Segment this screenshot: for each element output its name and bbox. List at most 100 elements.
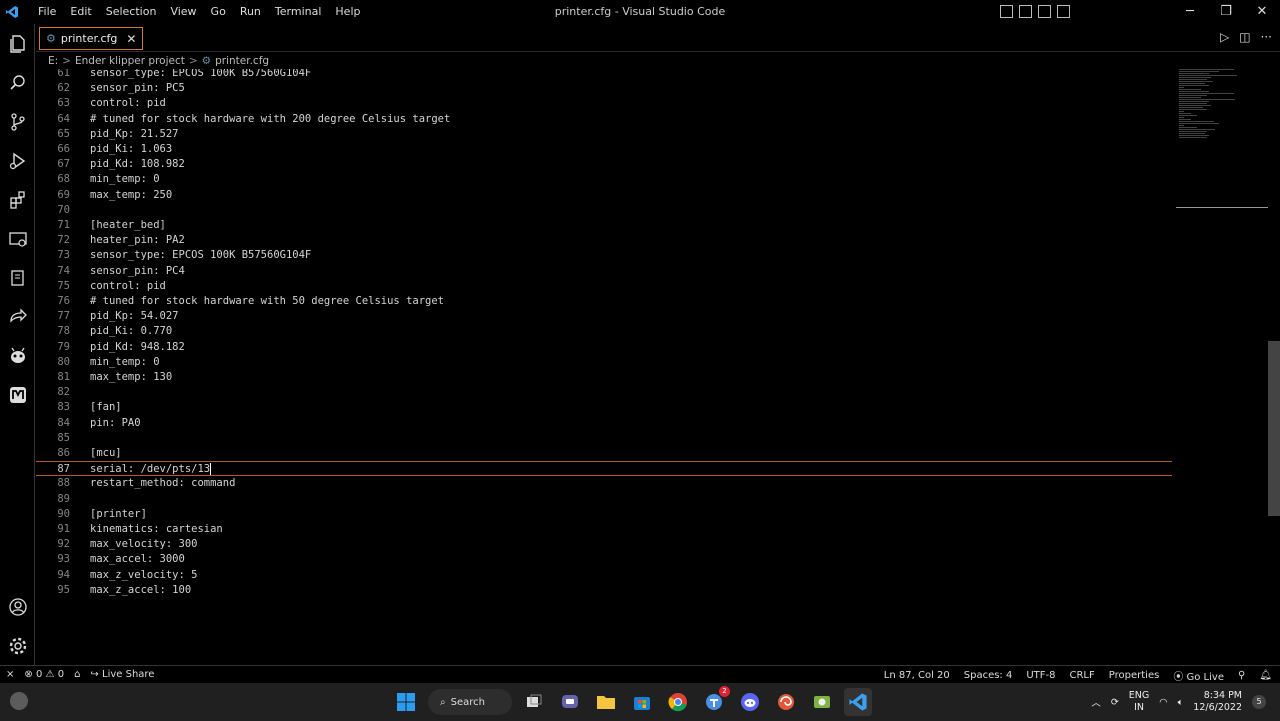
breadcrumb-file[interactable]: printer.cfg xyxy=(215,55,269,67)
code-line[interactable]: 90 [printer] xyxy=(36,507,1172,522)
menu-view[interactable]: View xyxy=(163,0,203,24)
code-editor[interactable]: 61 sensor_type: EPCOS 100K B57560G104F 62 s… xyxy=(36,69,1176,665)
menu-help[interactable]: Help xyxy=(328,0,367,24)
microsoft-store-icon[interactable] xyxy=(628,688,656,716)
toggle-secondary-sidebar-icon[interactable] xyxy=(1038,5,1051,18)
code-line[interactable]: 75 control: pid xyxy=(36,279,1172,294)
volume-icon[interactable]: 🔈︎ xyxy=(1178,697,1184,708)
code-line[interactable]: 93 max_accel: 3000 xyxy=(36,552,1172,567)
code-line[interactable]: 65 pid_Kp: 21.527 xyxy=(36,127,1172,142)
code-line[interactable]: 66 pid_Ki: 1.063 xyxy=(36,142,1172,157)
code-line[interactable]: 89 xyxy=(36,492,1172,507)
m-extension-icon[interactable] xyxy=(0,375,35,414)
source-control-icon[interactable] xyxy=(0,102,35,141)
run-debug-icon[interactable] xyxy=(0,141,35,180)
settings-gear-icon[interactable] xyxy=(0,626,35,665)
extensions-icon[interactable] xyxy=(0,180,35,219)
scrollbar-thumb[interactable] xyxy=(1268,341,1280,516)
clock[interactable]: 8:34 PM 12/6/2022 xyxy=(1193,690,1242,714)
app-swirl-icon[interactable] xyxy=(772,688,800,716)
code-line[interactable]: 94 max_z_velocity: 5 xyxy=(36,568,1172,583)
code-line[interactable]: 68 min_temp: 0 xyxy=(36,172,1172,187)
menu-file[interactable]: File xyxy=(31,0,63,24)
toggle-panel-icon[interactable] xyxy=(1019,5,1032,18)
restore-button[interactable]: ❐ xyxy=(1208,0,1244,24)
code-line[interactable]: 84 pin: PA0 xyxy=(36,416,1172,431)
account-status-icon[interactable]: ⚲ xyxy=(1238,670,1245,681)
code-line[interactable]: 74 sensor_pin: PC4 xyxy=(36,264,1172,279)
file-explorer-icon[interactable] xyxy=(592,688,620,716)
search-icon[interactable] xyxy=(0,63,35,102)
notifications-bell-icon[interactable]: 🔔︎ xyxy=(1259,670,1272,681)
teams-chat-icon[interactable] xyxy=(556,688,584,716)
teams-icon[interactable]: 2 xyxy=(700,686,730,716)
remote-explorer-icon[interactable] xyxy=(0,219,35,258)
cursor-position[interactable]: Ln 87, Col 20 xyxy=(884,670,950,681)
code-line[interactable]: 82 xyxy=(36,385,1172,400)
code-line[interactable]: 67 pid_Kd: 108.982 xyxy=(36,157,1172,172)
code-line[interactable]: 70 xyxy=(36,203,1172,218)
code-line[interactable]: 86 [mcu] xyxy=(36,446,1172,461)
customize-layout-icon[interactable] xyxy=(1057,5,1070,18)
home-icon[interactable]: ⌂ xyxy=(74,669,80,680)
explorer-icon[interactable] xyxy=(0,24,35,63)
problems-indicator[interactable]: ⊗ 0 ⚠ 0 xyxy=(24,669,64,680)
show-hidden-icons-icon[interactable]: ︿ xyxy=(1091,695,1101,709)
more-actions-icon[interactable]: ··· xyxy=(1261,30,1272,44)
input-language[interactable]: ENG IN xyxy=(1129,690,1149,714)
notification-count-badge[interactable]: 5 xyxy=(1252,695,1266,709)
split-editor-icon[interactable]: ◫ xyxy=(1239,30,1250,44)
code-line[interactable]: 62 sensor_pin: PC5 xyxy=(36,81,1172,96)
menu-edit[interactable]: Edit xyxy=(63,0,98,24)
code-line[interactable]: 92 max_velocity: 300 xyxy=(36,537,1172,552)
live-share-button[interactable]: ↪ Live Share xyxy=(90,669,154,680)
code-line[interactable]: 77 pid_Kp: 54.027 xyxy=(36,309,1172,324)
toggle-primary-sidebar-icon[interactable] xyxy=(1000,5,1013,18)
breadcrumb-drive[interactable]: E: xyxy=(48,55,58,67)
code-line[interactable]: 81 max_temp: 130 xyxy=(36,370,1172,385)
editor-scrollbar[interactable] xyxy=(1268,69,1280,665)
minimize-button[interactable]: ─ xyxy=(1172,0,1208,24)
code-line[interactable]: 73 sensor_type: EPCOS 100K B57560G104F xyxy=(36,248,1172,263)
code-line[interactable]: 88 restart_method: command xyxy=(36,476,1172,491)
remote-indicator-icon[interactable]: ⨯ xyxy=(6,669,14,680)
menu-selection[interactable]: Selection xyxy=(99,0,164,24)
code-line[interactable]: 83 [fan] xyxy=(36,400,1172,415)
taskbar-search[interactable]: ⌕ Search xyxy=(428,689,512,715)
breadcrumb-folder[interactable]: Ender klipper project xyxy=(75,55,185,67)
widgets-icon[interactable] xyxy=(10,692,28,710)
onedrive-sync-icon[interactable]: ⟳ xyxy=(1111,697,1119,708)
vscode-taskbar-icon[interactable] xyxy=(844,688,872,716)
code-line[interactable]: 72 heater_pin: PA2 xyxy=(36,233,1172,248)
code-line[interactable]: 87 serial: /dev/pts/13 xyxy=(36,461,1172,477)
run-file-icon[interactable]: ▷ xyxy=(1220,30,1229,44)
encoding[interactable]: UTF-8 xyxy=(1026,670,1055,681)
live-share-icon[interactable] xyxy=(0,297,35,336)
code-line[interactable]: 71 [heater_bed] xyxy=(36,218,1172,233)
code-line[interactable]: 63 control: pid xyxy=(36,96,1172,111)
code-line[interactable]: 79 pid_Kd: 948.182 xyxy=(36,340,1172,355)
menu-go[interactable]: Go xyxy=(204,0,233,24)
close-window-button[interactable]: ✕ xyxy=(1244,0,1280,24)
code-line[interactable]: 91 kinematics: cartesian xyxy=(36,522,1172,537)
discord-icon[interactable] xyxy=(736,688,764,716)
code-line[interactable]: 76 # tuned for stock hardware with 50 deg… xyxy=(36,294,1172,309)
platformio-icon[interactable] xyxy=(0,258,35,297)
end-of-line[interactable]: CRLF xyxy=(1070,670,1095,681)
code-line[interactable]: 64 # tuned for stock hardware with 200 de… xyxy=(36,112,1172,127)
code-line[interactable]: 95 max_z_accel: 100 xyxy=(36,583,1172,598)
tab-printer-cfg[interactable]: ⚙ printer.cfg ✕ xyxy=(39,27,144,50)
code-line[interactable]: 80 min_temp: 0 xyxy=(36,355,1172,370)
code-line[interactable]: 61 sensor_type: EPCOS 100K B57560G104F xyxy=(36,69,1172,81)
minimap[interactable] xyxy=(1176,69,1268,224)
menu-terminal[interactable]: Terminal xyxy=(268,0,329,24)
code-line[interactable]: 69 max_temp: 250 xyxy=(36,188,1172,203)
chrome-icon[interactable] xyxy=(664,688,692,716)
accounts-icon[interactable] xyxy=(0,587,35,626)
code-line[interactable]: 85 xyxy=(36,431,1172,446)
minimap-slider[interactable] xyxy=(1176,207,1268,208)
task-view-icon[interactable] xyxy=(520,688,548,716)
tab-close-icon[interactable]: ✕ xyxy=(126,32,136,46)
language-mode[interactable]: Properties xyxy=(1109,670,1160,681)
code-line[interactable]: 78 pid_Ki: 0.770 xyxy=(36,324,1172,339)
